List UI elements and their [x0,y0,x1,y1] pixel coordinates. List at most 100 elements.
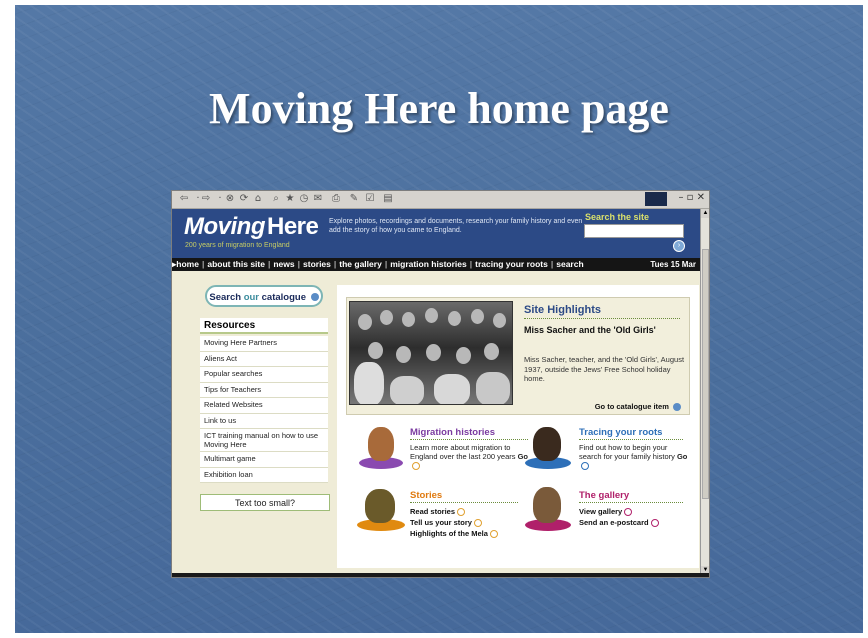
migration-histories-feature: Migration histories Learn more about mig… [410,427,530,471]
mail-icon[interactable]: ✉ [312,193,324,205]
status-bar [172,573,709,577]
refresh-icon[interactable]: ⟳ [238,193,250,205]
resource-link-exhibition-loan[interactable]: Exhibition loan [200,467,328,483]
stories-title[interactable]: Stories [410,490,540,501]
nav-news[interactable]: news [273,259,294,269]
resource-link-tips-teachers[interactable]: Tips for Teachers [200,382,328,398]
main-nav: ▸home | about this site | news | stories | the g… [172,258,700,271]
stories-link-mela[interactable]: Highlights of the Mela [410,528,540,539]
roots-divider [579,439,683,440]
highlights-divider [524,318,680,319]
stories-divider [410,502,518,503]
tracing-roots-title[interactable]: Tracing your roots [579,427,689,438]
resources-heading: Resources [200,318,328,334]
stories-feature: Stories Read stories Tell us your story … [410,490,540,539]
gallery-figure-icon[interactable] [533,487,561,523]
resource-link-ict-manual[interactable]: ICT training manual on how to use Moving… [200,429,328,452]
resource-link-partners[interactable]: Moving Here Partners [200,336,328,352]
go-icon [489,530,498,539]
stop-icon[interactable]: ⊗ [224,193,236,205]
catalogue-item-label: Go to catalogue item [594,402,669,411]
site-highlights-panel: Site Highlights Miss Sacher and the 'Old… [346,297,690,415]
migration-divider [410,439,528,440]
go-icon [412,462,420,471]
slide: Moving Here home page ⇦ · ⇨ · ⊗ ⟳ ⌂ ⌕ ★ … [15,5,863,633]
discuss-icon[interactable]: ☑ [364,193,376,205]
scroll-thumb[interactable] [702,249,709,499]
search-go-icon[interactable]: › [673,240,685,252]
go-icon [581,462,589,471]
site-logo[interactable]: MovingHere [184,213,319,241]
go-icon [650,519,659,528]
gallery-title[interactable]: The gallery [579,490,689,501]
arrow-circle-icon [310,293,319,302]
resource-link-related-websites[interactable]: Related Websites [200,398,328,414]
arrow-circle-icon [673,403,681,412]
browser-toolbar: ⇦ · ⇨ · ⊗ ⟳ ⌂ ⌕ ★ ◷ ✉ ⎙ ✎ ☑ ▤ – ▫ ✕ [172,191,709,209]
catalogue-item-link[interactable]: Go to catalogue item [594,402,681,412]
nav-tracing-roots[interactable]: tracing your roots [475,259,548,269]
roots-go-link[interactable]: Go [677,452,687,461]
nav-about[interactable]: about this site [207,259,265,269]
tracing-roots-text: Find out how to begin your search for yo… [579,443,689,471]
home-icon[interactable]: ⌂ [252,193,264,205]
history-icon[interactable]: ◷ [298,193,310,205]
migration-histories-text: Learn more about migration to England ov… [410,443,530,471]
search-icon[interactable]: ⌕ [270,193,282,205]
roots-figure-icon[interactable] [533,427,561,461]
window-controls-icon[interactable]: – ▫ ✕ [678,192,705,203]
search-catalogue-button[interactable]: Search our catalogue [205,285,323,307]
favorites-icon[interactable]: ★ [284,193,296,205]
forward-icon[interactable]: ⇨ [200,193,212,205]
slide-title: Moving Here home page [209,84,669,133]
catalogue-suffix: catalogue [259,292,306,303]
site-intro: Explore photos, recordings and documents… [329,218,583,234]
highlights-description: Miss Sacher, teacher, and the 'Old Girls… [524,355,685,383]
gallery-divider [579,502,683,503]
resource-link-multimart[interactable]: Multimart game [200,452,328,468]
resource-link-popular-searches[interactable]: Popular searches [200,367,328,383]
browser-screenshot: ⇦ · ⇨ · ⊗ ⟳ ⌂ ⌕ ★ ◷ ✉ ⎙ ✎ ☑ ▤ – ▫ ✕ Movi… [171,190,710,578]
go-icon [457,508,466,517]
site-search-title: Search the site [585,212,650,222]
go-icon [473,519,482,528]
stories-link-tell[interactable]: Tell us your story [410,517,540,528]
print-icon[interactable]: ⎙ [330,193,342,205]
messenger-icon[interactable]: ▤ [382,193,394,205]
nav-stories[interactable]: stories [303,259,331,269]
text-too-small-button[interactable]: Text too small? [200,494,330,511]
nav-date: Tues 15 Mar [650,260,696,269]
site-search-input[interactable] [584,224,684,238]
site-tagline: 200 years of migration to England [185,242,290,249]
logo-main: Moving [184,213,266,240]
stories-figure-icon[interactable] [365,489,395,523]
nav-gallery[interactable]: the gallery [339,259,382,269]
gallery-feature: The gallery View gallery Send an e-postc… [579,490,689,528]
gallery-link-postcard[interactable]: Send an e-postcard [579,517,689,528]
resource-link-link-to-us[interactable]: Link to us [200,413,328,429]
migration-histories-title[interactable]: Migration histories [410,427,530,438]
resources-list: Moving Here Partners Aliens Act Popular … [200,336,328,483]
highlights-subtitle: Miss Sacher and the 'Old Girls' [524,325,656,335]
site-header: MovingHere 200 years of migration to Eng… [172,209,700,258]
migration-figure-icon[interactable] [368,427,394,461]
nav-search[interactable]: search [556,259,583,269]
logo-here: Here [267,213,319,240]
vertical-scrollbar[interactable]: ▲ ▼ [700,209,709,575]
resource-link-aliens-act[interactable]: Aliens Act [200,351,328,367]
tracing-roots-feature: Tracing your roots Find out how to begin… [579,427,689,471]
nav-home[interactable]: home [176,259,199,269]
stories-link-read[interactable]: Read stories [410,506,540,517]
highlight-photo[interactable] [349,301,513,405]
catalogue-our: our [243,292,259,303]
nav-migration-histories[interactable]: migration histories [390,259,467,269]
edit-icon[interactable]: ✎ [348,193,360,205]
back-icon[interactable]: ⇦ [178,193,190,205]
go-icon [624,508,633,517]
highlights-title: Site Highlights [524,304,601,316]
scroll-up-icon[interactable]: ▲ [701,209,709,218]
main-content: Site Highlights Miss Sacher and the 'Old… [337,285,699,568]
catalogue-prefix: Search [209,292,244,303]
gallery-link-view[interactable]: View gallery [579,506,689,517]
windows-logo-icon [645,192,667,206]
